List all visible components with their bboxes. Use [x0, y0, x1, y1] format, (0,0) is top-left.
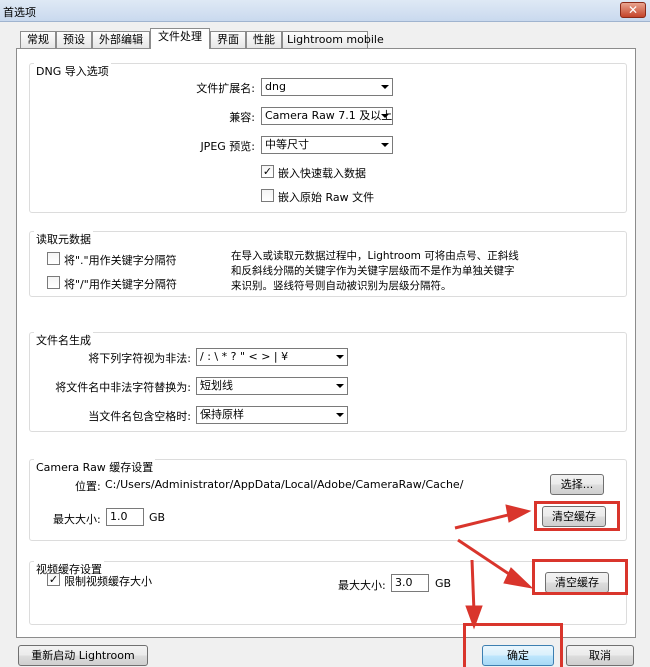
- jpeg-preview-label: JPEG 预览:: [200, 140, 255, 153]
- metadata-group-title: 读取元数据: [34, 231, 93, 247]
- file-extension-value: dng: [265, 80, 286, 93]
- restart-lightroom-button[interactable]: 重新启动 Lightroom: [18, 645, 148, 666]
- chevron-down-icon: [336, 355, 344, 359]
- dot-separator-checkbox[interactable]: [47, 252, 60, 265]
- jpeg-preview-value: 中等尺寸: [265, 138, 309, 151]
- file-extension-label: 文件扩展名:: [196, 82, 255, 95]
- camera-raw-unit-label: GB: [149, 511, 166, 524]
- embed-fast-load-label: 嵌入快速载入数据: [278, 167, 366, 180]
- chevron-down-icon: [336, 413, 344, 417]
- close-icon[interactable]: ✕: [620, 2, 646, 18]
- chevron-down-icon: [381, 114, 389, 118]
- space-handling-label: 当文件名包含空格时:: [88, 410, 191, 423]
- video-max-size-label: 最大大小:: [338, 579, 386, 592]
- title-bar: 首选项 ✕: [0, 0, 650, 22]
- tab-interface[interactable]: 界面: [210, 31, 246, 49]
- space-handling-value: 保持原样: [200, 408, 244, 421]
- video-max-size-input[interactable]: 3.0: [391, 574, 429, 592]
- compatibility-select[interactable]: Camera Raw 7.1 及以上: [261, 107, 393, 125]
- illegal-chars-value: / : \ * ? " < > | ¥: [200, 350, 289, 363]
- chevron-down-icon: [336, 384, 344, 388]
- file-extension-select[interactable]: dng: [261, 78, 393, 96]
- window-title: 首选项: [3, 6, 36, 19]
- tab-general[interactable]: 常规: [20, 31, 56, 49]
- chevron-down-icon: [381, 85, 389, 89]
- slash-separator-label: 将"/"用作关键字分隔符: [64, 278, 177, 291]
- embed-raw-checkbox[interactable]: [261, 189, 274, 202]
- camera-raw-max-size-input[interactable]: 1.0: [106, 508, 144, 526]
- limit-video-cache-label: 限制视频缓存大小: [64, 575, 152, 588]
- filename-group-title: 文件名生成: [34, 332, 93, 348]
- dng-group-title: DNG 导入选项: [34, 63, 111, 79]
- highlight-box: [532, 559, 628, 595]
- embed-fast-load-checkbox[interactable]: ✓: [261, 165, 274, 178]
- embed-raw-label: 嵌入原始 Raw 文件: [278, 191, 375, 204]
- compatibility-label: 兼容:: [229, 111, 255, 124]
- choose-location-button[interactable]: 选择...: [550, 474, 604, 495]
- tab-presets[interactable]: 预设: [56, 31, 92, 49]
- highlight-box: [463, 623, 563, 667]
- space-handling-select[interactable]: 保持原样: [196, 406, 348, 424]
- camera-raw-max-size-label: 最大大小:: [53, 513, 101, 526]
- slash-separator-checkbox[interactable]: [47, 276, 60, 289]
- highlight-box: [534, 501, 620, 531]
- replace-chars-value: 短划线: [200, 379, 233, 392]
- cache-location-path: C:/Users/Administrator/AppData/Local/Ado…: [105, 478, 464, 491]
- video-unit-label: GB: [435, 577, 452, 590]
- illegal-chars-select[interactable]: / : \ * ? " < > | ¥: [196, 348, 348, 366]
- illegal-chars-label: 将下列字符视为非法:: [88, 352, 191, 365]
- metadata-description: 在导入或读取元数据过程中，Lightroom 可将由点号、正斜线和反斜线分隔的关…: [231, 250, 519, 292]
- replace-chars-label: 将文件名中非法字符替换为:: [55, 381, 191, 394]
- jpeg-preview-select[interactable]: 中等尺寸: [261, 136, 393, 154]
- tab-performance[interactable]: 性能: [246, 31, 282, 49]
- tab-file-handling[interactable]: 文件处理: [150, 28, 210, 49]
- tab-external-editing[interactable]: 外部编辑: [92, 31, 150, 49]
- camera-raw-group-title: Camera Raw 缓存设置: [34, 459, 156, 475]
- compatibility-value: Camera Raw 7.1 及以上: [265, 109, 393, 122]
- chevron-down-icon: [381, 143, 389, 147]
- limit-video-cache-checkbox[interactable]: ✓: [47, 573, 60, 586]
- replace-chars-select[interactable]: 短划线: [196, 377, 348, 395]
- tab-content-panel: DNG 导入选项 文件扩展名: dng 兼容: Camera Raw 7.1 及…: [16, 48, 636, 638]
- tab-lightroom-mobile[interactable]: Lightroom mobile: [282, 31, 384, 49]
- dot-separator-label: 将"."用作关键字分隔符: [64, 254, 177, 267]
- cache-location-label: 位置:: [75, 480, 101, 493]
- cancel-button[interactable]: 取消: [566, 645, 634, 666]
